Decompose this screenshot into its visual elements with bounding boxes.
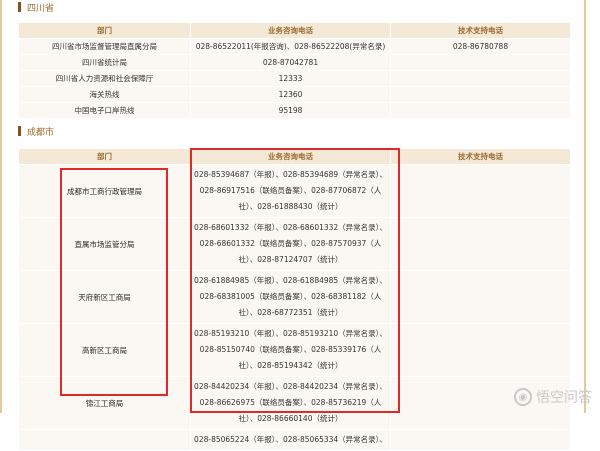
section-title-chengdu: 成都市: [18, 124, 54, 138]
sichuan-contact-table: 部门 业务咨询电话 技术支持电话 四川省市场监督管理局直属分局 028-8652…: [18, 22, 571, 119]
phone-line: 028-86917516（联络员备案）、028-87706872（人: [199, 186, 382, 195]
header-business-phone: 业务咨询电话: [190, 22, 391, 39]
tech-cell: [390, 54, 571, 71]
phone-cell: 028-86522011(年报咨询)、028-86522208(异常名录): [190, 38, 391, 55]
phone-line: 028-86626975（联络员备案）、028-85736219（人: [199, 398, 382, 407]
tech-cell: [390, 217, 571, 271]
phone-cell: 028-85065224（年报）、028-85065334（异常名录）、: [190, 429, 391, 451]
table-row: 中国电子口岸热线 95198: [18, 102, 571, 119]
table-header-row: 部门 业务咨询电话 技术支持电话: [18, 148, 571, 165]
tech-cell: [390, 323, 571, 377]
dept-cell: [18, 429, 191, 451]
phone-line: 028-68601332（年报）、028-68601332（异常名录）、: [194, 223, 387, 232]
phone-line: 028-68381005（联络员备案）、028-68381182（人: [199, 292, 382, 301]
table-row: 天府新区工商局 028-61884985（年报）、028-61884985（异常…: [18, 270, 571, 324]
phone-line: 社）、028-86660140（统计）: [238, 414, 343, 423]
section-title-sichuan: 四川省: [18, 0, 54, 14]
chengdu-contact-table: 部门 业务咨询电话 技术支持电话 成都市工商行政管理局 028-85394687…: [18, 148, 571, 451]
phone-line: 028-85150740（联络员备案）、028-85339176（人: [199, 345, 382, 354]
phone-cell: 028-87042781: [190, 54, 391, 71]
tech-cell: 028-86780788: [390, 38, 571, 55]
phone-line: 社）、028-61888430（统计）: [238, 202, 343, 211]
wukong-logo-icon: ◉: [514, 388, 532, 406]
phone-line: 028-85065224（年报）、028-85065334（异常名录）、: [194, 435, 387, 444]
table-row: 四川省人力资源和社会保障厅 12333: [18, 70, 571, 87]
dept-cell: 四川省市场监督管理局直属分局: [18, 38, 191, 55]
dept-cell: 海关热线: [18, 86, 191, 103]
dept-cell: 直属市场监管分局: [18, 217, 191, 271]
header-tech-phone: 技术支持电话: [390, 148, 571, 165]
dept-cell: 天府新区工商局: [18, 270, 191, 324]
phone-cell: 028-68601332（年报）、028-68601332（异常名录）、 028…: [190, 217, 391, 271]
table-row: 四川省市场监督管理局直属分局 028-86522011(年报咨询)、028-86…: [18, 38, 571, 55]
phone-line: 社）、028-85194342（统计）: [238, 361, 343, 370]
dept-cell: 四川省统计局: [18, 54, 191, 71]
dept-cell: 四川省人力资源和社会保障厅: [18, 70, 191, 87]
section-marker: [18, 2, 21, 12]
header-dept: 部门: [18, 148, 191, 165]
phone-cell: 12360: [190, 86, 391, 103]
table-row: 海关热线 12360: [18, 86, 571, 103]
tech-cell: [390, 270, 571, 324]
dept-cell: 锦江工商局: [18, 376, 191, 430]
table-row: 四川省统计局 028-87042781: [18, 54, 571, 71]
phone-line: 028-61884985（年报）、028-61884985（异常名录）、: [194, 276, 387, 285]
tech-cell: [390, 429, 571, 451]
dept-cell: 成都市工商行政管理局: [18, 164, 191, 218]
phone-line: 028-84420234（年报）、028-84420234（异常名录）、: [194, 382, 387, 391]
tech-cell: [390, 164, 571, 218]
section-title-label: 成都市: [27, 127, 55, 138]
section-title-label: 四川省: [27, 3, 55, 14]
watermark-text: 悟空问答: [536, 390, 592, 406]
table-row: 高新区工商局 028-85193210（年报）、028-85193210（异常名…: [18, 323, 571, 377]
phone-cell: 028-85193210（年报）、028-85193210（异常名录）、 028…: [190, 323, 391, 377]
phone-cell: 028-85394687（年报）、028-85394689（异常名录）、 028…: [190, 164, 391, 218]
header-tech-phone: 技术支持电话: [390, 22, 571, 39]
dept-cell: 高新区工商局: [18, 323, 191, 377]
table-row: 成都市工商行政管理局 028-85394687（年报）、028-85394689…: [18, 164, 571, 218]
frame-border-left: [0, 0, 2, 413]
watermark: ◉ 悟空问答: [514, 387, 592, 407]
phone-cell: 028-84420234（年报）、028-84420234（异常名录）、 028…: [190, 376, 391, 430]
table-row: 直属市场监管分局 028-68601332（年报）、028-68601332（异…: [18, 217, 571, 271]
tech-cell: [390, 70, 571, 87]
phone-line: 社）、028-68772351（统计）: [238, 308, 343, 317]
section-marker: [18, 126, 21, 136]
header-business-phone: 业务咨询电话: [190, 148, 391, 165]
table-row: 028-85065224（年报）、028-85065334（异常名录）、: [18, 429, 571, 451]
phone-line: 社）、028-87124707（统计）: [238, 255, 343, 264]
tech-cell: [390, 86, 571, 103]
table-header-row: 部门 业务咨询电话 技术支持电话: [18, 22, 571, 39]
tech-cell: [390, 102, 571, 119]
phone-cell: 12333: [190, 70, 391, 87]
phone-line: 028-85394687（年报）、028-85394689（异常名录）、: [194, 170, 387, 179]
phone-line: 028-68601332（联络员备案）、028-87570937（人: [199, 239, 382, 248]
phone-cell: 028-61884985（年报）、028-61884985（异常名录）、 028…: [190, 270, 391, 324]
header-dept: 部门: [18, 22, 191, 39]
dept-cell: 中国电子口岸热线: [18, 102, 191, 119]
table-row: 锦江工商局 028-84420234（年报）、028-84420234（异常名录…: [18, 376, 571, 430]
phone-line: 028-85193210（年报）、028-85193210（异常名录）、: [194, 329, 387, 338]
frame-border-right: [584, 0, 586, 413]
phone-cell: 95198: [190, 102, 391, 119]
